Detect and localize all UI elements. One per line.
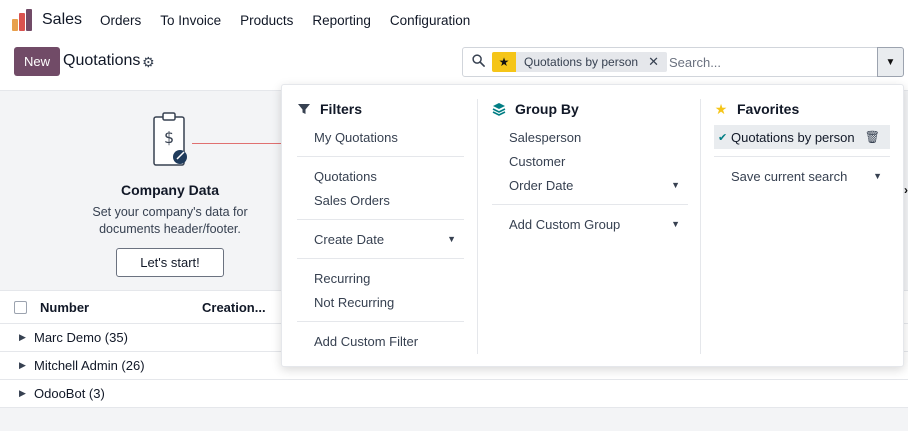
star-icon: ★ [492,52,516,72]
menu-orders[interactable]: Orders [100,13,141,28]
list-empty-area [0,408,908,431]
caret-right-icon: ▶ [19,332,26,342]
groupby-title: Group By [515,101,579,117]
menu-reporting[interactable]: Reporting [312,13,371,28]
helper-title: Company Data [120,182,220,198]
search-options-toggle[interactable]: ▼ [877,47,904,77]
caret-down-icon: ▼ [873,171,882,181]
gear-icon[interactable]: ⚙ [142,54,155,71]
group-label: OdooBot (3) [34,386,105,401]
favorites-header: ★ Favorites [714,99,890,119]
add-custom-filter[interactable]: Add Custom Filter [297,329,464,353]
menu-products[interactable]: Products [240,13,293,28]
filter-create-date[interactable]: Create Date ▼ [297,227,464,251]
column-divider [477,99,478,354]
filter-quotations[interactable]: Quotations [297,164,464,188]
order-date-label: Order Date [509,177,574,193]
filter-not-recurring[interactable]: Not Recurring [297,290,464,314]
search-input[interactable] [669,51,869,73]
star-icon: ★ [714,100,728,117]
filters-header: Filters [297,99,464,119]
lets-start-button[interactable]: Let's start! [116,248,224,277]
favorites-column: ★ Favorites ✔ Quotations by person 🗑 Sav… [714,99,890,188]
add-custom-group-label: Add Custom Group [509,216,621,232]
filter-icon [297,103,311,115]
layers-icon [492,102,506,116]
groupby-column: Group By Salesperson Customer Order Date… [492,99,688,236]
clipped-text: › [904,183,908,197]
column-creation-date[interactable]: Creation... [202,300,266,315]
caret-down-icon: ▼ [671,219,680,229]
svg-text:$: $ [164,128,174,147]
divider [492,204,688,205]
sales-app-icon[interactable] [12,9,34,31]
divider [297,321,464,322]
trash-icon[interactable]: 🗑 [865,130,880,144]
caret-down-icon: ▼ [671,180,680,190]
page-title: Quotations [63,52,141,69]
check-icon: ✔ [718,131,728,144]
add-custom-group[interactable]: Add Custom Group ▼ [492,212,688,236]
remove-facet-icon[interactable]: ✕ [646,52,667,72]
app-name[interactable]: Sales [42,11,82,29]
divider [714,156,890,157]
groupby-header: Group By [492,99,688,119]
divider [297,156,464,157]
search-facet: ★ Quotations by person ✕ [492,52,667,72]
caret-right-icon: ▶ [19,360,26,370]
caret-right-icon: ▶ [19,388,26,398]
select-all-checkbox[interactable] [14,301,27,314]
favorite-quotations-by-person[interactable]: ✔ Quotations by person 🗑 [714,125,890,149]
divider [297,219,464,220]
group-row[interactable]: ▶ OdooBot (3) [0,380,908,408]
facet-label: Quotations by person [516,52,647,72]
groupby-order-date[interactable]: Order Date ▼ [492,173,688,197]
group-label: Marc Demo (35) [34,330,128,345]
filter-my-quotations[interactable]: My Quotations [297,125,464,149]
groupby-customer[interactable]: Customer [492,149,688,173]
top-navbar: Sales Orders To Invoice Products Reporti… [0,0,908,40]
search-icon [472,54,485,67]
filters-column: Filters My Quotations Quotations Sales O… [297,99,464,353]
search-box[interactable]: ★ Quotations by person ✕ [462,47,878,77]
save-current-search[interactable]: Save current search ▼ [714,164,890,188]
save-current-search-label: Save current search [731,168,848,184]
helper-text-line2: documents header/footer. [99,222,241,236]
control-panel: New Quotations ⚙ ★ Quotations by person … [0,40,908,90]
clipboard-icon: $ [153,112,187,166]
column-divider [700,99,701,354]
filters-title: Filters [320,101,363,117]
menu-configuration[interactable]: Configuration [390,13,470,28]
company-data-step: $ Company Data Set your company's data f… [72,111,268,277]
filter-recurring[interactable]: Recurring [297,266,464,290]
groupby-salesperson[interactable]: Salesperson [492,125,688,149]
caret-down-icon: ▼ [885,56,896,68]
column-number[interactable]: Number [40,300,89,315]
menu-to-invoice[interactable]: To Invoice [160,13,221,28]
caret-down-icon: ▼ [447,234,456,244]
helper-text-line1: Set your company's data for [92,205,248,219]
new-button[interactable]: New [14,47,60,76]
favorites-title: Favorites [737,101,800,117]
create-date-label: Create Date [314,231,385,247]
group-label: Mitchell Admin (26) [34,358,145,373]
search-options-dropdown: Filters My Quotations Quotations Sales O… [281,84,904,367]
filter-sales-orders[interactable]: Sales Orders [297,188,464,212]
divider [297,258,464,259]
favorite-label: Quotations by person [731,129,855,145]
